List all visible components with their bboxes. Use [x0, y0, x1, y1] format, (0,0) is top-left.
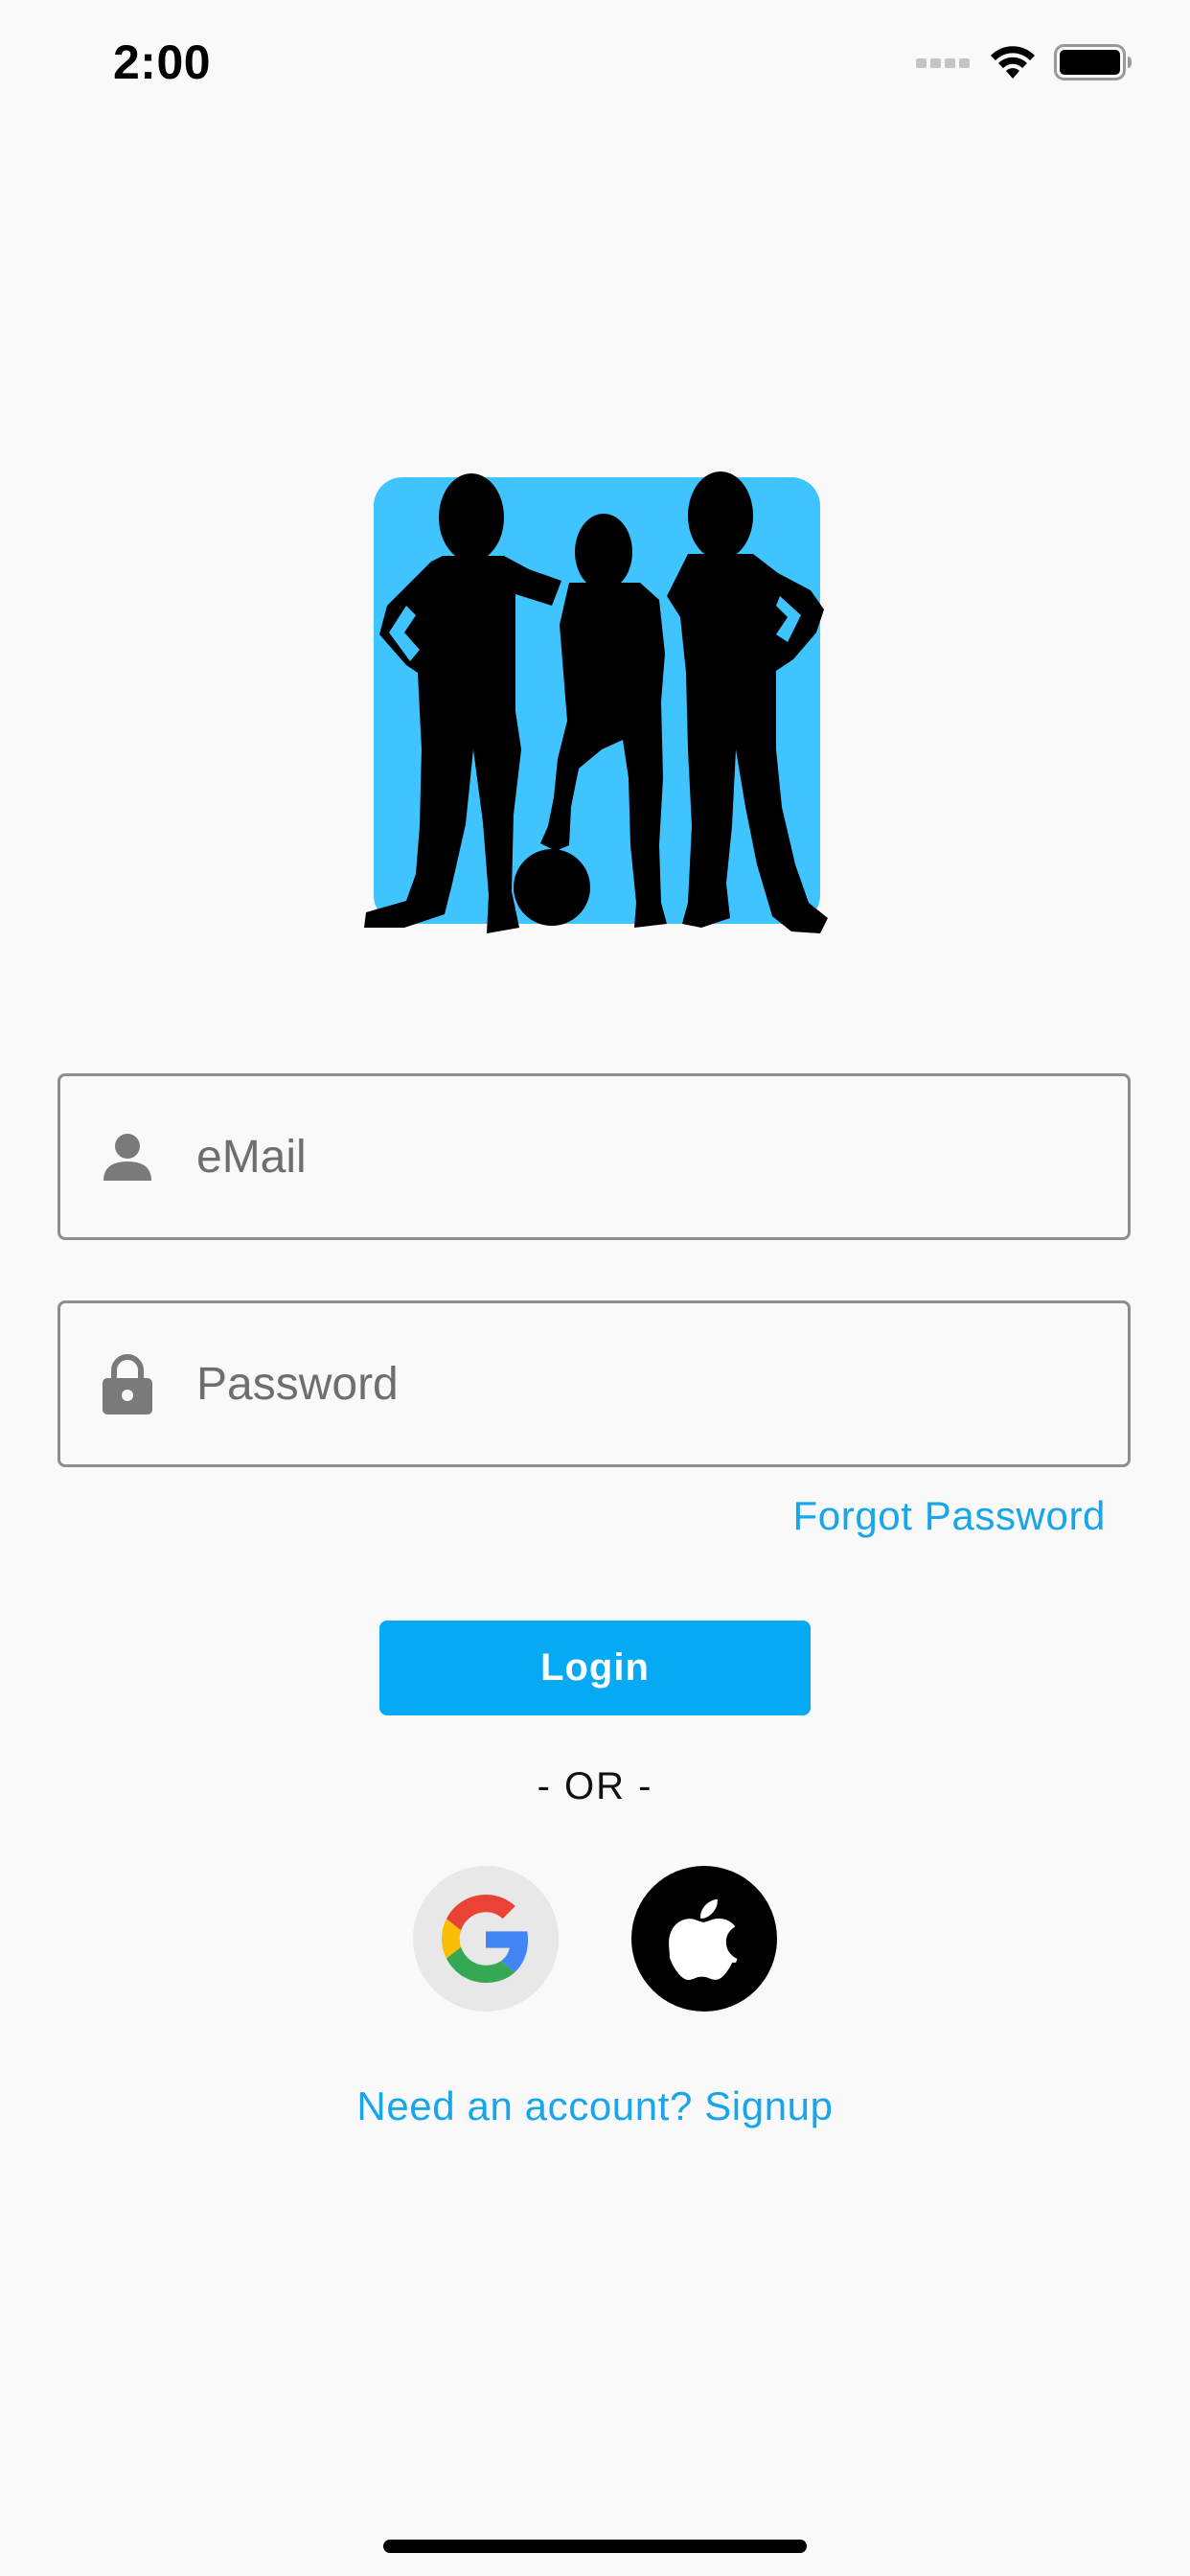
forgot-password-link[interactable]: Forgot Password: [793, 1493, 1106, 1539]
password-field[interactable]: [57, 1300, 1131, 1467]
person-icon: [99, 1128, 156, 1185]
home-indicator: [383, 2540, 807, 2553]
apple-icon: [669, 1898, 738, 1980]
signal-icon: [916, 58, 970, 68]
wifi-icon: [991, 46, 1035, 79]
battery-icon: [1054, 44, 1132, 80]
signup-link[interactable]: Need an account? Signup: [0, 2083, 1190, 2129]
status-time: 2:00: [113, 35, 212, 89]
apple-signin-button[interactable]: [631, 1866, 777, 2012]
app-logo: [351, 462, 839, 941]
email-input[interactable]: [196, 1130, 1059, 1184]
password-input[interactable]: [196, 1357, 1059, 1411]
login-button[interactable]: Login: [379, 1621, 811, 1715]
google-signin-button[interactable]: [413, 1866, 559, 2012]
or-divider: - OR -: [537, 1765, 653, 1807]
email-field[interactable]: [57, 1073, 1131, 1240]
status-icons: [916, 44, 1133, 80]
kids-silhouette-logo-icon: [364, 472, 828, 933]
lock-icon: [99, 1354, 156, 1414]
status-bar: 2:00: [0, 0, 1190, 126]
google-icon: [442, 1895, 529, 1983]
